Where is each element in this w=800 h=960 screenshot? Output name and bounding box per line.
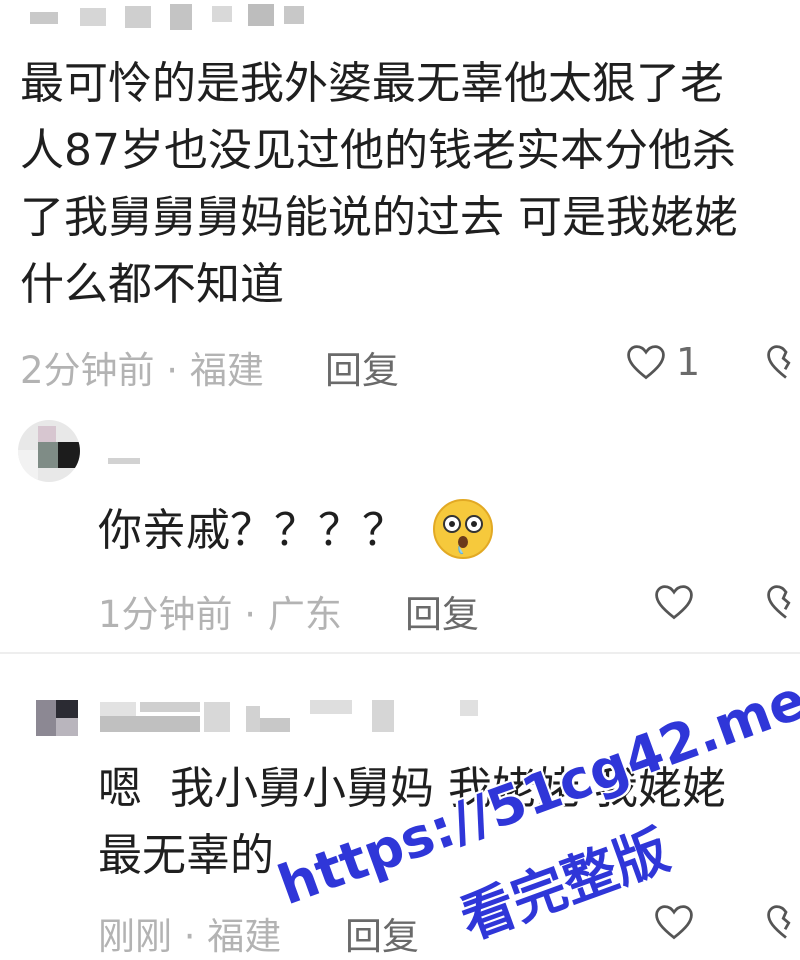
comment-text: 最可怜的是我外婆最无辜他太狠了老 人87岁也没见过他的钱老实本分他杀 了我舅舅舅…: [20, 58, 738, 310]
heart-outline-icon[interactable]: [624, 340, 668, 384]
comment-meta: 2分钟前 · 福建: [20, 349, 264, 392]
comment-text: 你亲戚？？？？: [98, 505, 406, 556]
reply-button[interactable]: 回复: [405, 584, 479, 638]
divider: [0, 652, 800, 654]
flushed-drooling-face-icon: [432, 498, 494, 560]
comment-meta: 1分钟前 · 广东: [98, 593, 342, 636]
heart-outline-icon[interactable]: [652, 580, 696, 624]
reply-button[interactable]: 回复: [325, 340, 399, 394]
username-blurred: [108, 458, 140, 464]
broken-heart-icon[interactable]: [764, 900, 800, 944]
heart-outline-icon[interactable]: [652, 900, 696, 944]
broken-heart-icon[interactable]: [764, 580, 800, 624]
like-count: 1: [676, 340, 701, 384]
avatar[interactable]: [18, 420, 80, 482]
broken-heart-icon[interactable]: [764, 340, 800, 384]
